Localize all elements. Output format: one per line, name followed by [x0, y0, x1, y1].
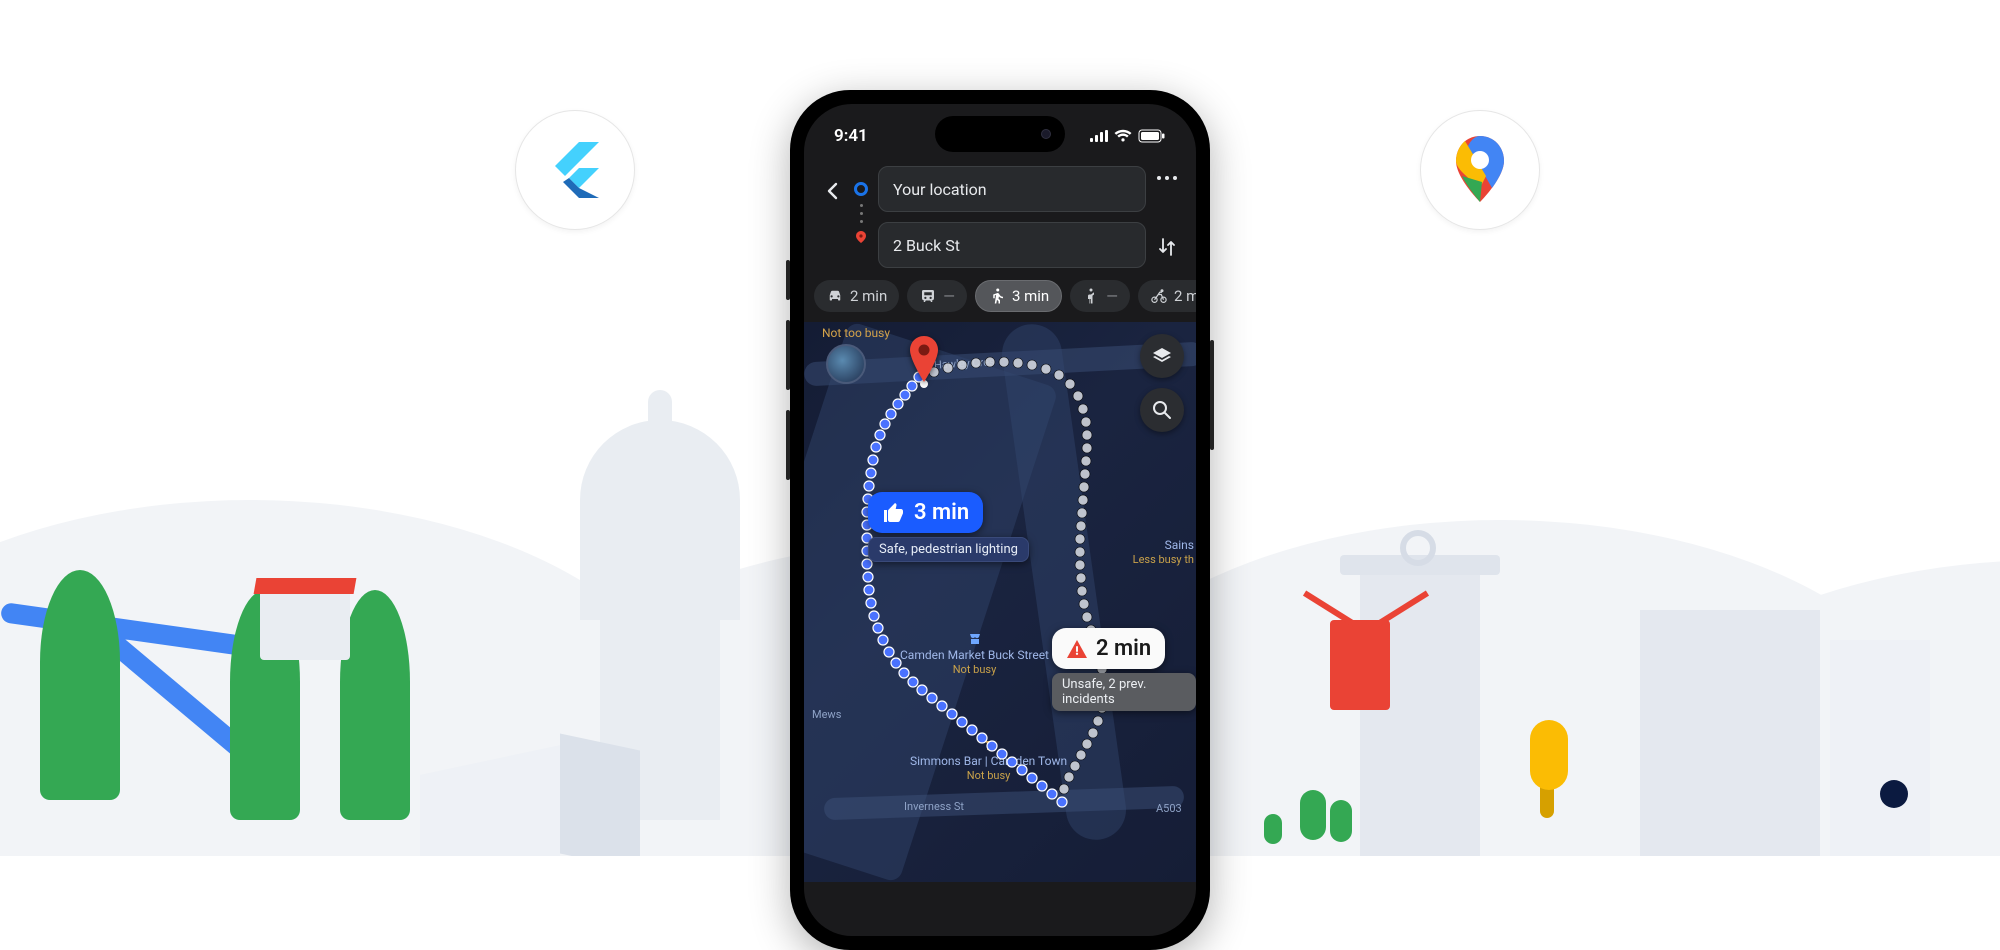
travel-mode-bike[interactable]: 2 m: [1138, 280, 1196, 312]
back-button[interactable]: [822, 180, 844, 202]
mode-label: 2 m: [1174, 287, 1196, 305]
map-canvas[interactable]: Not too busy Hawley Cres Mews Inverness …: [804, 322, 1196, 882]
flutter-icon: [543, 138, 607, 202]
destination-marker[interactable]: [908, 336, 940, 382]
mode-label: 3 min: [1012, 287, 1049, 305]
directions-header: Your location 2 Buck St: [804, 160, 1196, 278]
walk-icon: [988, 287, 1006, 305]
phone-device-frame: 9:41 Your location: [790, 90, 1210, 950]
origin-text: Your location: [893, 180, 987, 199]
travel-mode-drive[interactable]: 2 min: [814, 280, 899, 312]
origin-dot-icon: [854, 182, 868, 196]
destination-text: 2 Buck St: [893, 236, 960, 255]
mode-label: —: [943, 287, 955, 305]
origin-field[interactable]: Your location: [878, 166, 1146, 212]
travel-mode-row: 2 min — 3 min — 2 m: [804, 278, 1196, 322]
route-alt-callout[interactable]: 2 min Unsafe, 2 prev. incidents: [1052, 628, 1196, 711]
travel-mode-rideshare[interactable]: —: [1070, 280, 1130, 312]
travel-mode-transit[interactable]: —: [907, 280, 967, 312]
swap-locations-button[interactable]: [1156, 236, 1178, 258]
google-maps-logo-badge: [1420, 110, 1540, 230]
thumbs-up-icon: [882, 501, 906, 525]
cellular-signal-icon: [1090, 130, 1108, 142]
mode-label: 2 min: [850, 287, 887, 305]
more-options-button[interactable]: [1157, 176, 1177, 180]
route-alt-path: [804, 322, 1196, 882]
route-primary-callout[interactable]: 3 min Safe, pedestrian lighting: [868, 492, 1029, 562]
car-icon: [826, 287, 844, 305]
destination-field[interactable]: 2 Buck St: [878, 222, 1146, 268]
status-time: 9:41: [834, 126, 868, 146]
route-alt-note: Unsafe, 2 prev. incidents: [1052, 673, 1196, 711]
battery-icon: [1138, 129, 1166, 143]
dynamic-island: [935, 116, 1065, 152]
hail-icon: [1082, 287, 1100, 305]
flutter-logo-badge: [515, 110, 635, 230]
travel-mode-walk[interactable]: 3 min: [975, 280, 1062, 312]
route-waypoint-indicator: [854, 166, 868, 268]
bike-icon: [1150, 287, 1168, 305]
route-alt-time: 2 min: [1096, 636, 1151, 661]
mode-label: —: [1106, 287, 1118, 305]
warning-icon: [1066, 638, 1088, 660]
wifi-icon: [1114, 129, 1132, 143]
google-maps-icon: [1452, 136, 1508, 204]
destination-pin-icon: [855, 231, 867, 243]
route-primary-time: 3 min: [914, 500, 969, 525]
transit-icon: [919, 287, 937, 305]
route-primary-note: Safe, pedestrian lighting: [868, 537, 1029, 562]
phone-screen: 9:41 Your location: [804, 104, 1196, 936]
